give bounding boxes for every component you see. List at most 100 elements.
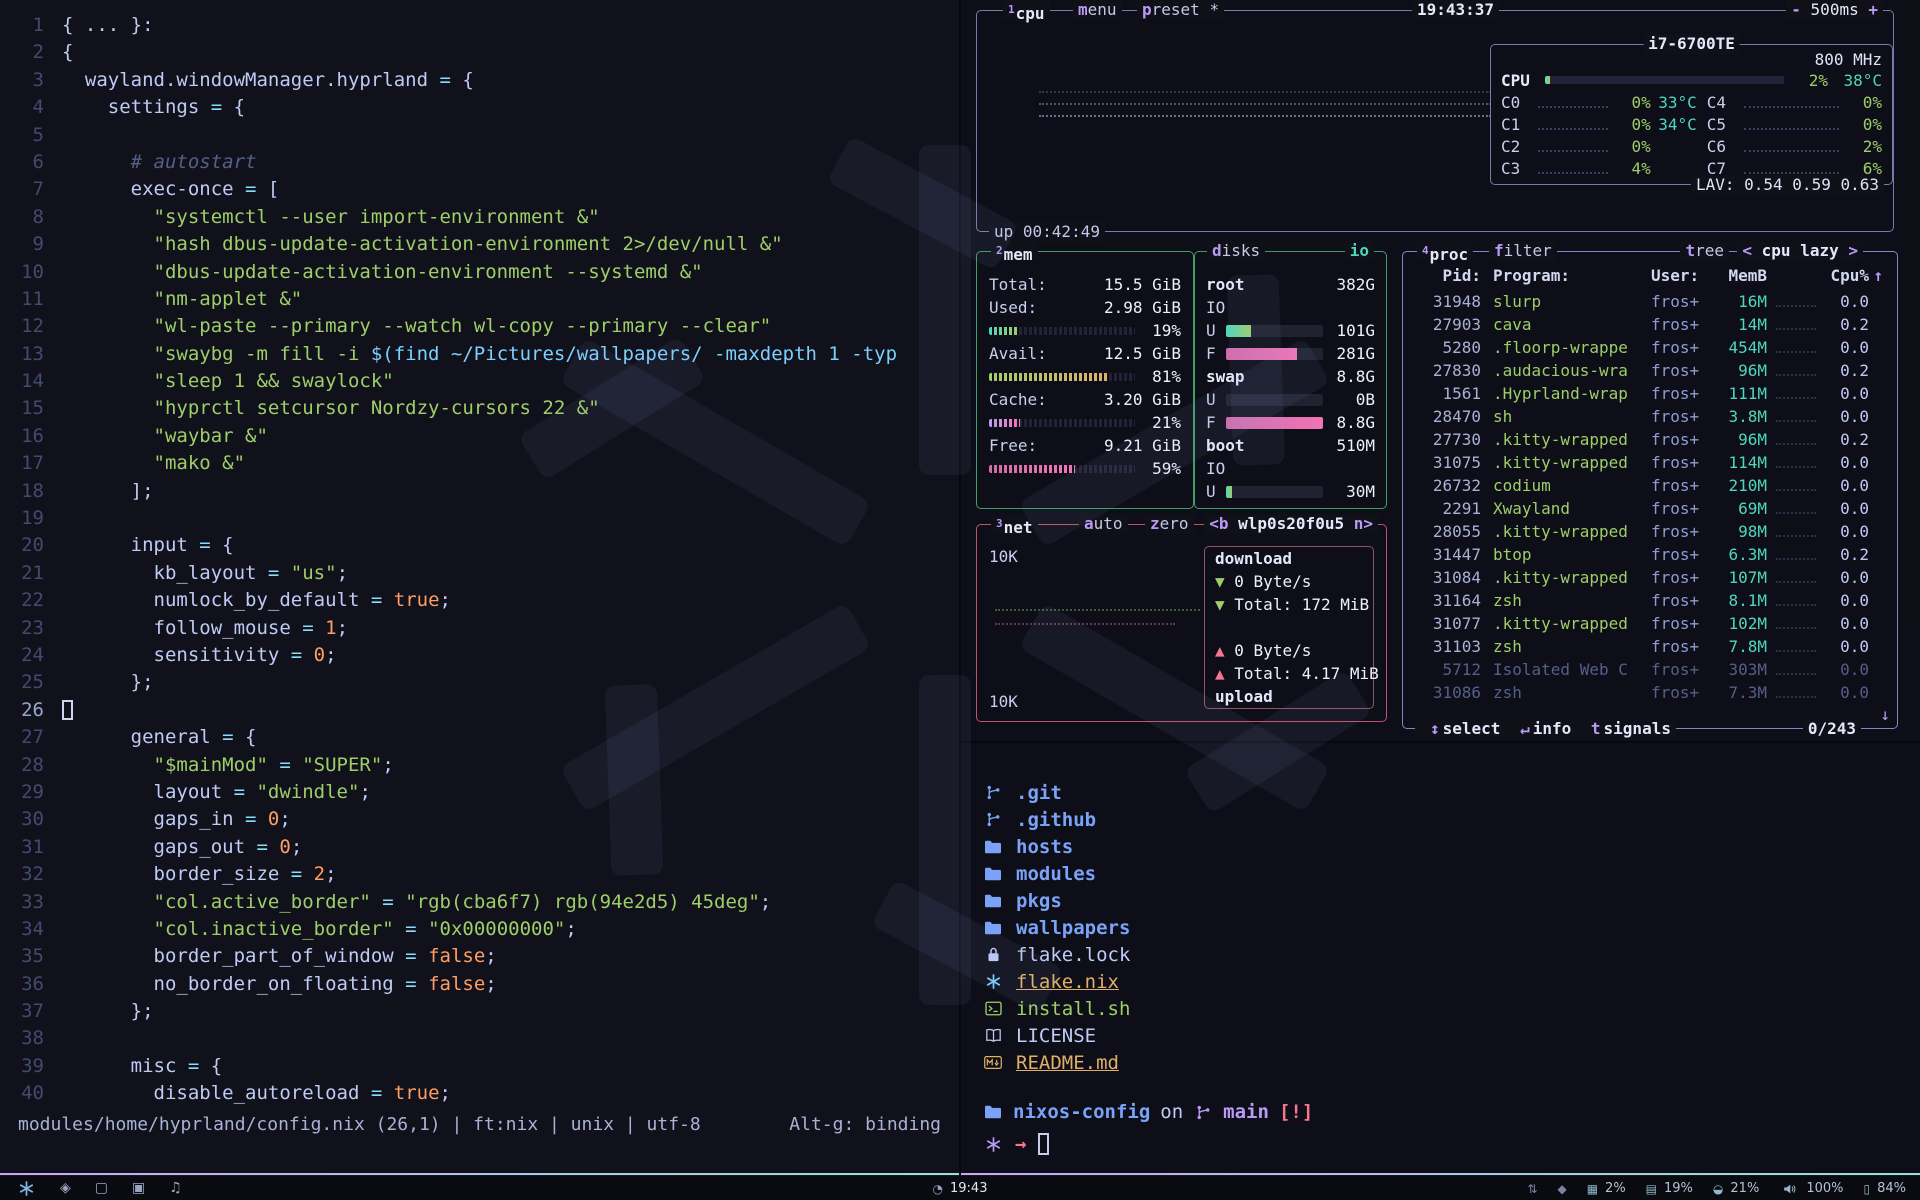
process-row[interactable]: 28470shfros+3.8M0.0	[1403, 405, 1897, 428]
terminal-window[interactable]: .git.githubhostsmodulespkgswallpapersfla…	[961, 741, 1920, 1175]
line-number: 32	[0, 861, 62, 888]
editor-line: 17 "mako &"	[0, 450, 959, 477]
line-number: 13	[0, 341, 62, 368]
code-text: "col.active_border" = "rgb(cba6f7) rgb(9…	[62, 889, 771, 916]
update-interval-control[interactable]: - 500ms +	[1786, 0, 1883, 20]
process-row[interactable]: 31164zshfros+8.1M0.0	[1403, 589, 1897, 612]
bar-module-disk[interactable]: ◒21%	[1713, 1181, 1759, 1196]
editor-statusline: modules/home/hyprland/config.nix (26,1) …	[0, 1112, 959, 1138]
process-row[interactable]: 31086zshfros+7.3M0.0	[1403, 681, 1897, 704]
io-mode-button[interactable]: io	[1345, 241, 1374, 261]
menu-button[interactable]: menu	[1073, 0, 1122, 20]
editor-line: 11 "nm-applet &"	[0, 286, 959, 313]
process-row[interactable]: 27730.kitty-wrappedfros+96M0.2	[1403, 428, 1897, 451]
mem-meter-row: 21%	[977, 411, 1193, 434]
file-item: .git	[983, 779, 1130, 806]
process-row[interactable]: 26732codiumfros+210M0.0	[1403, 474, 1897, 497]
disks-box-title: disks	[1207, 241, 1265, 261]
file-item: flake.nix	[983, 968, 1130, 995]
music-player-icon[interactable]: ♫	[169, 1176, 182, 1200]
code-text: wayland.windowManager.hyprland = {	[62, 67, 474, 94]
net-scale-top: 10K	[989, 547, 1018, 566]
cpu-core-c0: C00%33°C	[1501, 91, 1707, 113]
process-row[interactable]: 5280.floorp-wrappefros+454M0.0	[1403, 336, 1897, 359]
bar-left-modules: ◈ ▢ ▣ ♫	[16, 1176, 182, 1200]
process-row[interactable]: 31948slurpfros+16M0.0	[1403, 290, 1897, 313]
process-row[interactable]: 28055.kitty-wrappedfros+98M0.0	[1403, 520, 1897, 543]
bar-clock[interactable]: ◔ 19:43	[933, 1176, 988, 1200]
notifications-tray-icon[interactable]: ◆	[1557, 1182, 1566, 1196]
editor-line: 10 "dbus-update-activation-environment -…	[0, 259, 959, 286]
code-text: };	[62, 998, 154, 1025]
browser-icon[interactable]: ◈	[60, 1176, 71, 1200]
editor-line: 32 border_size = 2;	[0, 861, 959, 888]
bar-module-cpu[interactable]: ▦2%	[1587, 1181, 1626, 1196]
editor-window[interactable]: 1{ ... }:2{3 wayland.windowManager.hyprl…	[0, 0, 961, 1175]
filter-button[interactable]: filter	[1489, 241, 1557, 261]
sort-selector[interactable]: < cpu lazy >	[1737, 241, 1863, 261]
editor-line: 35 border_part_of_window = false;	[0, 943, 959, 970]
process-row[interactable]: 5712Isolated Web Cfros+303M0.0	[1403, 658, 1897, 681]
process-row[interactable]: 27830.audacious-wrafros+96M0.2	[1403, 359, 1897, 382]
net-auto-button[interactable]: auto	[1079, 514, 1128, 534]
tree-toggle-button[interactable]: tree	[1680, 241, 1729, 261]
line-number: 24	[0, 642, 62, 669]
process-row[interactable]: 1561.Hyprland-wrapfros+111M0.0	[1403, 382, 1897, 405]
editor-line: 14 "sleep 1 && swaylock"	[0, 368, 959, 395]
bar-module-memory[interactable]: ▤19%	[1646, 1181, 1693, 1196]
disk-row: U0B	[1195, 388, 1386, 411]
editor-line: 37 };	[0, 998, 959, 1025]
mem-stat-row: Free:9.21 GiB	[977, 434, 1193, 457]
process-row[interactable]: 31075.kitty-wrappedfros+114M0.0	[1403, 451, 1897, 474]
net-totals-box: download ▼ 0 Byte/s ▼ Total: 172 MiB ▲ 0…	[1204, 546, 1374, 709]
status-bar: ◈ ▢ ▣ ♫ ◔ 19:43 ⇅ ◆ ▦2% ▤19% ◒21% 100% ▯84%	[0, 1175, 1920, 1200]
line-number: 21	[0, 560, 62, 587]
net-traffic-graph	[995, 609, 1200, 637]
volume-value: 100%	[1806, 1181, 1843, 1196]
line-number: 20	[0, 532, 62, 559]
cpu-icon: ▦	[1587, 1182, 1598, 1196]
launcher-icon[interactable]	[16, 1180, 36, 1197]
process-row[interactable]: 31084.kitty-wrappedfros+107M0.0	[1403, 566, 1897, 589]
folder-icon	[983, 893, 1003, 909]
net-zero-button[interactable]: zero	[1145, 514, 1194, 534]
file-manager-icon[interactable]: ▢	[95, 1176, 108, 1200]
network-tray-icon[interactable]: ⇅	[1527, 1182, 1537, 1196]
code-text	[62, 697, 73, 724]
bar-module-battery[interactable]: ▯84%	[1863, 1181, 1906, 1196]
file-item: wallpapers	[983, 914, 1130, 941]
scroll-down-indicator[interactable]: ↓	[1880, 705, 1890, 724]
code-text: sensitivity = 0;	[62, 642, 337, 669]
process-row[interactable]: 31447btopfros+6.3M0.2	[1403, 543, 1897, 566]
line-number: 40	[0, 1080, 62, 1107]
bar-module-volume[interactable]: 100%	[1779, 1181, 1843, 1196]
shell-input-line[interactable]: →	[983, 1133, 1049, 1155]
file-item: .github	[983, 806, 1130, 833]
preset-button[interactable]: preset *	[1137, 0, 1224, 20]
process-row[interactable]: 31103zshfros+7.8M0.0	[1403, 635, 1897, 658]
btop-window[interactable]: 1cpu menu preset * 19:43:37 - 500ms + i7…	[961, 0, 1920, 741]
mem-stat-row: Cache:3.20 GiB	[977, 388, 1193, 411]
editor-line: 31 gaps_out = 0;	[0, 834, 959, 861]
process-row[interactable]: 2291Xwaylandfros+69M0.0	[1403, 497, 1897, 520]
process-row[interactable]: 27903cavafros+14M0.2	[1403, 313, 1897, 336]
code-text: # autostart	[62, 149, 256, 176]
scroll-up-indicator[interactable]: ↑	[1869, 266, 1883, 285]
line-number: 33	[0, 889, 62, 916]
line-number: 12	[0, 313, 62, 340]
line-number: 27	[0, 724, 62, 751]
net-interface-selector[interactable]: <b wlp0s20f0u5 n>	[1204, 514, 1378, 534]
shell-prompt: nixos-config on main [!]	[983, 1101, 1313, 1123]
process-box-title: 4proc	[1417, 241, 1473, 261]
cpu-core-c5: C50%	[1707, 113, 1882, 135]
mem-stat-row: Total:15.5 GiB	[977, 273, 1193, 296]
code-text: "swaybg -m fill -i $(find ~/Pictures/wal…	[62, 341, 897, 368]
code-text: "hash dbus-update-activation-environment…	[62, 231, 783, 258]
battery-icon: ▯	[1863, 1182, 1870, 1196]
cpu-core-c3: C34%	[1501, 157, 1707, 179]
process-row[interactable]: 31077.kitty-wrappedfros+102M0.0	[1403, 612, 1897, 635]
line-number: 2	[0, 39, 62, 66]
apps-icon[interactable]: ▣	[132, 1176, 145, 1200]
file-item: hosts	[983, 833, 1130, 860]
prompt-git-status: [!]	[1279, 1101, 1313, 1123]
